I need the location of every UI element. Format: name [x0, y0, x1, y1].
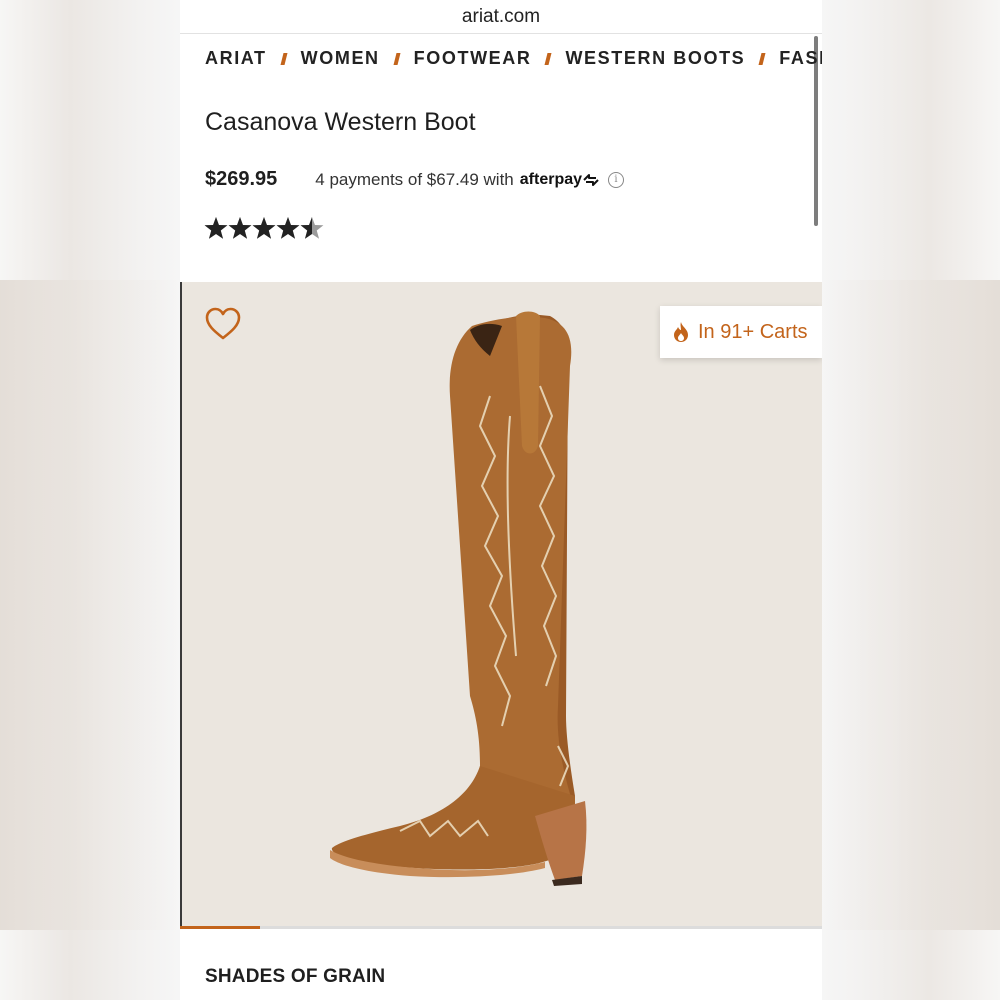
breadcrumb: ARIAT WOMEN FOOTWEAR WESTERN BOOTS FASH: [205, 48, 822, 69]
star-icon-fill: [228, 217, 252, 239]
gallery-progress: [180, 926, 822, 929]
blurred-edge-right: [820, 280, 1000, 930]
wishlist-button[interactable]: [204, 306, 242, 342]
url-bar[interactable]: ariat.com: [180, 0, 822, 34]
gallery-progress-fill: [180, 926, 261, 929]
breadcrumb-item-footwear[interactable]: FOOTWEAR: [414, 48, 532, 68]
afterpay-installments: 4 payments of $67.49 with: [315, 169, 514, 189]
in-carts-badge: In 91+ Carts: [660, 306, 822, 358]
in-carts-text: In 91+ Carts: [698, 320, 808, 343]
breadcrumb-item-women[interactable]: WOMEN: [301, 48, 380, 68]
url-text: ariat.com: [461, 5, 541, 27]
blurred-edge-left: [0, 280, 180, 930]
product-title: Casanova Western Boot: [205, 108, 476, 136]
gallery-edge: [180, 282, 182, 928]
breadcrumb-item-ariat[interactable]: ARIAT: [205, 48, 267, 68]
breadcrumb-separator: [758, 52, 766, 65]
breadcrumb-separator: [280, 52, 288, 65]
product-image-boot: [330, 311, 587, 886]
price-row: $269.95 4 payments of $67.49 with afterp…: [205, 168, 625, 191]
breadcrumb-separator: [544, 52, 552, 65]
rating-stars[interactable]: [204, 215, 334, 246]
flame-icon: [674, 322, 688, 342]
heart-icon: [205, 307, 241, 340]
breadcrumb-item-fashion[interactable]: FASH: [779, 48, 822, 68]
mobile-page: ariat.com ARIAT WOMEN FOOTWEAR WESTERN BOOT…: [180, 0, 822, 1000]
section-heading: SHADES OF GRAIN: [205, 966, 386, 987]
afterpay-brand: afterpay: [519, 170, 583, 188]
product-image-gallery[interactable]: In 91+ Carts: [180, 282, 822, 928]
product-price: $269.95: [205, 168, 278, 190]
info-icon[interactable]: i: [608, 171, 625, 188]
afterpay-logo: afterpay: [520, 171, 600, 189]
breadcrumb-separator: [393, 52, 401, 65]
star-icon-fill: [276, 217, 300, 239]
breadcrumb-item-western-boots[interactable]: WESTERN BOOTS: [565, 48, 745, 68]
star-icon-fill: [204, 217, 228, 239]
afterpay-loop-icon: [583, 173, 599, 186]
star-icon-fill: [252, 217, 276, 239]
